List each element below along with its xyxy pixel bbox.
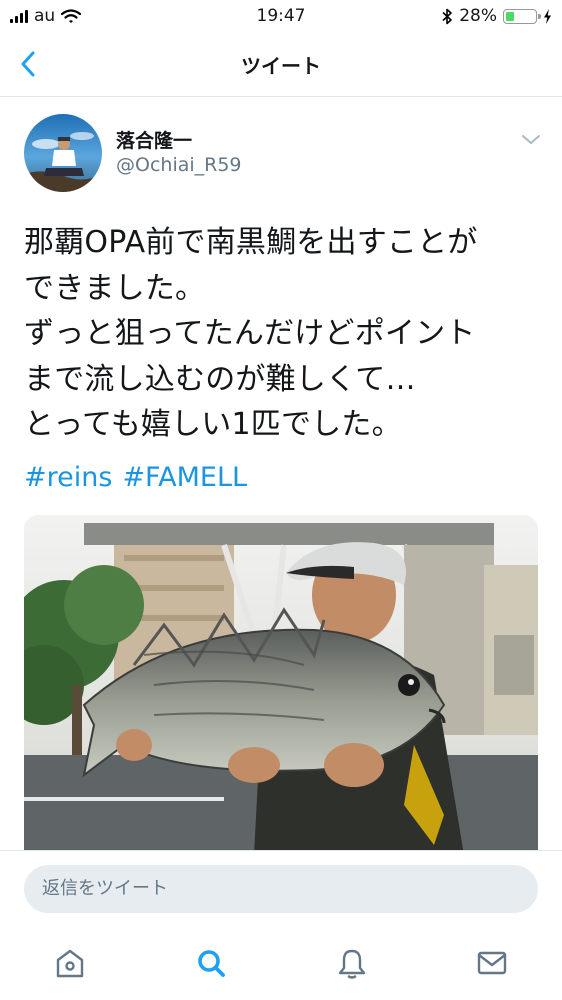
- tweet-text-line: 那覇OPA前で南黒鯛を出すことが: [24, 225, 478, 260]
- charging-icon: [544, 8, 551, 24]
- tweet-photo[interactable]: [24, 515, 538, 855]
- hashtag-list: #reins #FAMELL: [24, 462, 257, 493]
- hashtag-link[interactable]: #FAMELL: [122, 462, 247, 493]
- tweet-text-line: ずっと狙ってたんだけどポイント: [24, 316, 476, 351]
- battery-percent: 28%: [459, 6, 497, 26]
- fish-photo-image: [24, 515, 538, 855]
- status-bar: au 19:47 28%: [0, 0, 562, 32]
- chevron-down-icon: [522, 135, 540, 144]
- tweet-author: 落合隆一 @Ochiai_R59: [24, 114, 544, 194]
- reply-bar: 返信をツイート: [0, 850, 562, 927]
- bluetooth-icon: [442, 8, 453, 24]
- mail-icon: [477, 951, 507, 975]
- bell-icon: [338, 949, 366, 979]
- navigation-bar: ツイート: [0, 32, 562, 97]
- tweet-text-line: できました。: [24, 270, 206, 306]
- user-handle[interactable]: @Ochiai_R59: [116, 154, 242, 176]
- tab-notifications[interactable]: [332, 943, 372, 983]
- home-icon: [56, 949, 84, 978]
- tab-bar: [0, 927, 562, 1000]
- tweet-text-line: とっても嬉しい1匹でした。: [24, 407, 402, 442]
- page-title: ツイート: [241, 54, 321, 78]
- hashtag-link[interactable]: #reins: [24, 462, 112, 493]
- reply-input[interactable]: 返信をツイート: [24, 865, 538, 913]
- status-right: 28%: [442, 6, 552, 26]
- avatar[interactable]: [24, 114, 102, 192]
- tweet-options-button[interactable]: [520, 132, 542, 146]
- avatar-image: [24, 114, 102, 192]
- battery-icon: [503, 8, 541, 24]
- display-name[interactable]: 落合隆一: [116, 126, 192, 153]
- tab-home[interactable]: [50, 943, 90, 983]
- search-icon: [198, 950, 225, 977]
- tab-search[interactable]: [191, 943, 231, 983]
- tweet-text-line: まで流し込むのが難しくて…: [24, 361, 416, 397]
- tab-messages[interactable]: [472, 943, 512, 983]
- tweet-text: 那覇OPA前で南黒鯛を出すことが できました。 ずっと狙ってたんだけどポイント …: [24, 220, 539, 448]
